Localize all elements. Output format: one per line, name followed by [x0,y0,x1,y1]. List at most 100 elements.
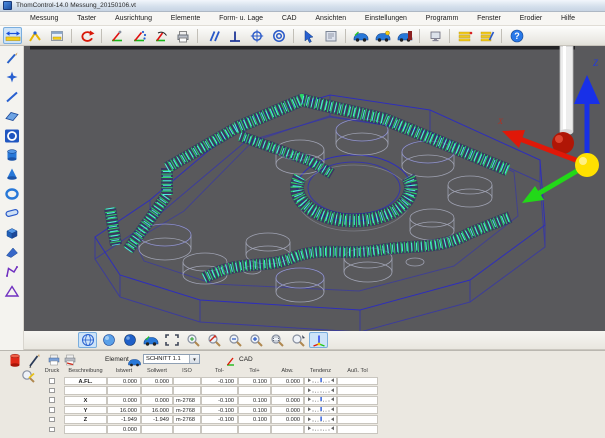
profile-button[interactable] [3,263,21,279]
print-checkbox[interactable] [49,387,55,394]
align-321-button[interactable] [129,27,148,44]
menu-item[interactable]: Programm [426,15,459,22]
cell-sollwert: 0.000 [141,376,173,386]
measure-distance-button[interactable] [3,27,22,44]
view-axes-button[interactable] [309,332,328,348]
zoom-window-button[interactable] [267,332,286,348]
box-button[interactable] [3,225,21,241]
view-wireframe-button[interactable] [78,332,97,348]
zoom-select-button[interactable] [288,332,307,348]
perpendicularity-icon [229,31,240,42]
title-bar: ThomControl-14.0 Messung_20150106.vt [0,0,605,12]
zoom-out-icon [228,334,242,347]
menu-item[interactable]: Messung [30,15,58,22]
menu-item[interactable]: Ansichten [315,15,346,22]
cell-tol-minus: -0.100 [201,395,238,405]
menu-item[interactable]: Elemente [171,15,201,22]
line-icon [5,91,18,103]
probe-button[interactable] [3,50,21,66]
print-checkbox[interactable] [49,378,55,384]
measure-window-button[interactable] [47,27,66,44]
print-checkbox[interactable] [49,416,55,423]
cell-tol-minus: -0.100 [201,415,238,424]
recalculate-button[interactable] [77,27,96,44]
table-row[interactable] [40,386,378,396]
cell-tendenz [304,376,337,386]
slot-button[interactable] [3,205,21,221]
probe-icon [6,52,17,64]
feature-edit-button[interactable] [477,27,496,44]
viewport-background [24,46,605,331]
cell-beschreibung [64,424,107,434]
cad-report-button[interactable] [321,27,340,44]
cell-abw [271,424,304,434]
align-rps-button[interactable] [151,27,170,44]
dropdown-arrow-icon[interactable]: ▼ [189,355,199,363]
menu-item[interactable]: Erodier [520,15,543,22]
align-sequence-button[interactable] [107,27,126,44]
zoom-edit-button[interactable] [20,369,37,389]
element-label: Element [105,356,129,363]
cad-compare-button[interactable] [373,27,392,44]
print-checkbox[interactable] [49,426,55,433]
menu-item[interactable]: Hilfe [561,15,575,22]
table-row[interactable]: X 0.000 0.000 m-2768 -0.100 0.100 0.000 [40,395,378,405]
triangle-button[interactable] [3,283,21,299]
element-dropdown[interactable]: SCHNITT 1.1 ▼ [143,354,200,364]
print-checkbox[interactable] [49,407,55,413]
viewport-top-shadow [30,46,575,50]
display-button[interactable] [425,27,444,44]
cell-abw: 0.000 [271,405,304,415]
sphere-button[interactable] [3,186,21,202]
cell-iso: m-2768 [173,405,201,415]
table-row[interactable]: Z -1.949 -1.949 m-2768 -0.100 0.100 0.00… [40,415,378,425]
wedge-button[interactable] [3,244,21,260]
view-smooth-button[interactable] [120,332,139,348]
menu-item[interactable]: Taster [77,15,96,22]
cad-export-button[interactable] [395,27,414,44]
plane-button[interactable] [3,108,21,124]
help-button[interactable]: ? [507,27,526,44]
parallelism-button[interactable] [203,27,222,44]
table-row[interactable]: Y 16.000 16.000 m-2768 -0.100 0.100 0.00… [40,405,378,415]
zoom-fit-button[interactable] [162,332,181,348]
zoom-out-button[interactable] [225,332,244,348]
table-row[interactable]: A.FL. 0.000 0.000 -0.100 0.100 0.000 [40,376,378,386]
menu-item[interactable]: Einstellungen [365,15,407,22]
menu-item[interactable]: CAD [282,15,297,22]
circle-button[interactable] [3,128,21,144]
line-button[interactable] [3,89,21,105]
zoom-dynamic-button[interactable] [204,332,223,348]
view-vehicle-button[interactable] [141,332,160,348]
viewport-3d[interactable]: X Z [24,46,605,331]
zoom-plus-button[interactable] [246,332,265,348]
point-button[interactable] [3,69,21,85]
point-icon [6,71,17,83]
align-321-icon [133,30,146,41]
view-shaded-button[interactable] [99,332,118,348]
cylinder-button[interactable] [3,147,21,163]
display-icon [430,31,440,41]
menu-item[interactable]: Fenster [477,15,501,22]
concentricity-button[interactable] [269,27,288,44]
toolbar-separator [71,28,72,43]
feature-list-icon [458,31,472,41]
feature-sidebar [0,46,24,350]
cone-button[interactable] [3,166,21,182]
perpendicularity-button[interactable] [225,27,244,44]
menu-item[interactable]: Ausrichtung [115,15,152,22]
print-protocol-button[interactable] [173,27,192,44]
print-checkbox[interactable] [49,397,55,403]
zoom-in-button[interactable] [183,332,202,348]
cell-abw: 0.000 [271,415,304,424]
cell-tendenz [304,386,337,395]
zoom-select-icon [291,334,305,347]
position-button[interactable] [247,27,266,44]
cad-report-icon [325,30,336,41]
table-row[interactable]: 0.000 [40,424,378,434]
cad-import-button[interactable] [351,27,370,44]
menu-item[interactable]: Form- u. Lage [219,15,263,22]
cad-pick-button[interactable] [299,27,318,44]
measure-angle-button[interactable] [25,27,44,44]
feature-list-button[interactable] [455,27,474,44]
